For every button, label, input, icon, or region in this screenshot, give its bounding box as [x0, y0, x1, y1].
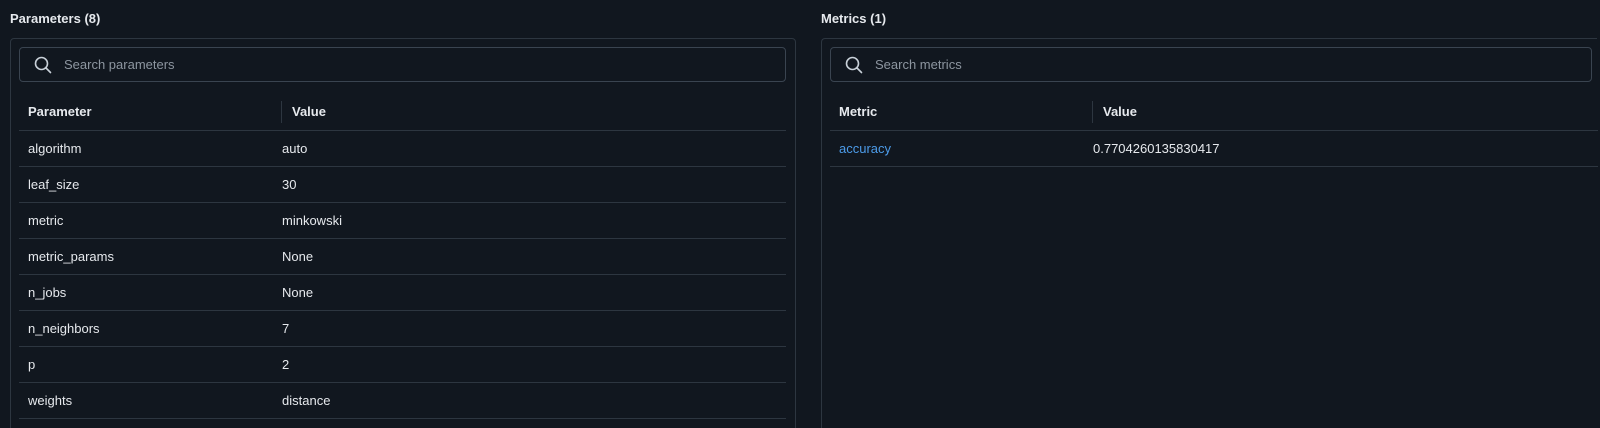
param-name: n_neighbors: [28, 321, 100, 336]
metrics-title: Metrics (1): [821, 11, 887, 26]
column-header-parameter[interactable]: Parameter: [19, 104, 281, 119]
param-name: algorithm: [28, 141, 82, 156]
column-header-value[interactable]: Value: [1092, 100, 1137, 123]
metric-name-link[interactable]: accuracy: [830, 141, 1093, 156]
param-name: p: [28, 357, 36, 372]
parameters-table-header: Parameter Value: [19, 93, 786, 131]
metrics-panel: Metric Value accuracy 0.7704260135830417: [821, 38, 1598, 428]
param-value: 30: [282, 177, 297, 192]
parameters-title: Parameters (8): [10, 11, 101, 26]
param-name: leaf_size: [28, 177, 80, 192]
param-name: metric: [28, 213, 64, 228]
metrics-table-header: Metric Value: [830, 93, 1598, 131]
search-icon: [34, 56, 52, 73]
table-row: metric minkowski: [19, 203, 786, 239]
table-row: weights distance: [19, 383, 786, 419]
column-header-value[interactable]: Value: [281, 100, 326, 123]
table-row: n_neighbors 7: [19, 311, 786, 347]
param-value: auto: [282, 141, 308, 156]
param-name: metric_params: [28, 249, 114, 264]
metric-link-accuracy[interactable]: accuracy: [839, 141, 891, 156]
parameters-search-input[interactable]: [62, 56, 705, 73]
table-row: n_jobs None: [19, 275, 786, 311]
param-value: distance: [282, 393, 331, 408]
table-row: leaf_size 30: [19, 167, 786, 203]
parameters-panel: Parameter Value algorithm auto leaf_size…: [10, 38, 796, 428]
param-value: None: [282, 249, 314, 264]
table-row: accuracy 0.7704260135830417: [830, 131, 1598, 167]
param-value: 2: [282, 357, 290, 372]
param-value: minkowski: [282, 213, 342, 228]
table-row: algorithm auto: [19, 131, 786, 167]
metric-value: 0.7704260135830417: [1093, 141, 1220, 156]
table-row: metric_params None: [19, 239, 786, 275]
search-icon: [845, 56, 863, 73]
param-name: n_jobs: [28, 285, 67, 300]
parameters-table: Parameter Value algorithm auto leaf_size…: [19, 93, 786, 419]
column-header-metric[interactable]: Metric: [830, 104, 1092, 119]
parameters-search-box[interactable]: [19, 47, 786, 82]
metrics-search-input[interactable]: [873, 56, 1512, 73]
metrics-table: Metric Value accuracy 0.7704260135830417: [830, 93, 1598, 167]
param-value: 7: [282, 321, 290, 336]
metrics-search-box[interactable]: [830, 47, 1592, 82]
param-value: None: [282, 285, 314, 300]
param-name: weights: [28, 393, 73, 408]
table-row: p 2: [19, 347, 786, 383]
